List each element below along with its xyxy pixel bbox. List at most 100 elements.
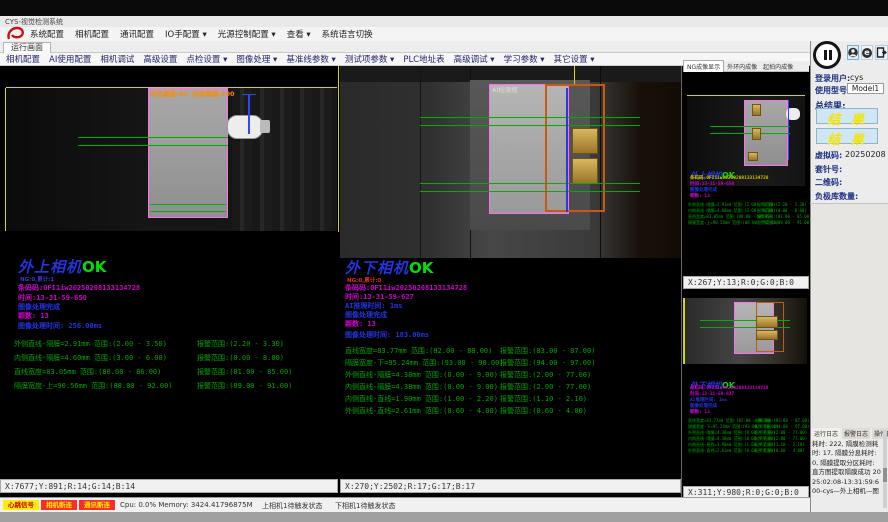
menu-system-config[interactable]: 系统配置: [30, 28, 64, 40]
left-camera-view[interactable]: 灰色阈值:93, 动态阈值:100 外上相机OK NG:0,累计:1 条码码:0…: [2, 66, 338, 478]
mid-alarm-row: 报警范围:(1.10 - 2.10): [500, 394, 587, 404]
e-button[interactable]: e: [861, 45, 873, 60]
window-title: CYS-视觉检测系统: [5, 18, 63, 26]
app-window: CYS-视觉检测系统 系统配置 相机配置 通讯配置 IO手配置 ▾ 光源控制配置…: [0, 0, 888, 522]
mid-measure-row: 外侧直线-直线=2.61mm 范围:(0.60 - 4.00): [345, 406, 498, 416]
mid-count: 颗数: 13: [345, 319, 376, 329]
menu-io-config[interactable]: IO手配置 ▾: [165, 28, 207, 40]
left-alarm-row: 报警范围:(2.20 - 3.30): [197, 339, 284, 349]
menu-light-config[interactable]: 光源控制配置 ▾: [218, 28, 276, 40]
tool-learning-params[interactable]: 学习参数 ▾: [504, 53, 545, 65]
virtual-code-label: 虚拟码:: [815, 150, 842, 161]
tool-image-processing[interactable]: 图像处理 ▾: [236, 53, 277, 65]
log-tab-alarm[interactable]: 报警日志: [842, 428, 870, 439]
tool-plc-address[interactable]: PLC地址表: [403, 53, 444, 65]
left-connector-tip: [260, 120, 270, 133]
tool-baseline-params[interactable]: 基准线参数 ▾: [286, 53, 335, 65]
tool-ai-usage-config[interactable]: AI使用配置: [49, 53, 91, 65]
cpu-memory-text: Cpu: 0.0% Memory: 3424.41796875M: [120, 501, 253, 509]
result-box-2: 结 果: [816, 128, 878, 144]
mid-ai-box-label: AI检测框: [492, 84, 518, 94]
tool-test-params[interactable]: 测试项参数 ▾: [345, 53, 394, 65]
menu-camera-config[interactable]: 相机配置: [75, 28, 109, 40]
left-connector-blob: [227, 115, 263, 139]
left-blue-tick: [242, 94, 256, 95]
left-result-title: 外上相机OK: [18, 256, 106, 277]
mini-tab-start-image[interactable]: 起拍内成像: [760, 61, 796, 72]
left-measure-line-3: [150, 204, 226, 205]
tool-other-settings[interactable]: 其它设置 ▾: [554, 53, 595, 65]
upper-camera-status: 上相机1待触发状态: [262, 501, 322, 511]
comm-disconnect-badge: 通讯断连: [79, 500, 115, 510]
mid-measure-line-4: [420, 191, 640, 192]
logout-button[interactable]: [875, 45, 888, 60]
mini-tab-ng-display[interactable]: NG成像显示: [683, 60, 724, 72]
left-measure-line-1: [78, 137, 228, 138]
virtual-code-value: 20250208: [845, 150, 886, 159]
mid-camera-view[interactable]: AI检测框 外下相机OK NG:0,累计:0 条码码:0FI1iw2025020…: [340, 66, 681, 478]
left-ng-counter: NG:0,累计:1: [20, 275, 54, 283]
mini-bot-yellow-line: [683, 298, 685, 364]
mini-bot-gold-1: [756, 316, 778, 328]
mini-tab-outer-image[interactable]: 外环内成像: [724, 61, 760, 72]
mid-alarm-row: 报警范围:(83.00 - 87.00): [500, 346, 595, 356]
mid-measure-row: 内侧直线-隔膜=4.38mm 范围:(0.00 - 9.00): [345, 382, 498, 392]
menu-comm-config[interactable]: 通讯配置: [120, 28, 154, 40]
left-proc-time: 图像处理时间: 256.00ms: [18, 321, 102, 331]
tool-spot-check[interactable]: 点检设置 ▾: [186, 53, 227, 65]
logout-door-icon: [876, 47, 887, 58]
tool-camera-debug[interactable]: 相机调试: [100, 53, 134, 65]
mini-top-count: 颗数: 13: [690, 193, 710, 199]
model-label: 使用型号:: [815, 85, 850, 96]
pause-button[interactable]: [813, 41, 841, 69]
menu-view[interactable]: 查看 ▾: [287, 28, 311, 40]
result-box-1: 结 果: [816, 108, 878, 124]
pane-divider-yellow: [338, 66, 339, 232]
model-value-box[interactable]: Model1: [847, 83, 884, 94]
mini-top-gold-2: [752, 128, 761, 140]
mini-top-yellow-line: [687, 95, 805, 96]
left-alarm-row: 报警范围:(81.00 - 85.00): [197, 367, 292, 377]
desktop-strip: [0, 0, 888, 16]
mini-bottom-view[interactable]: 外下相机OK 条码码:0FI1iw20250208133134728 时间:13…: [683, 290, 809, 486]
left-barcode: 条码码:0FI1iw20250208133134728: [18, 283, 140, 293]
tab-run-screen[interactable]: 运行画面: [3, 42, 51, 53]
left-threshold-overlay: 灰色阈值:93, 动态阈值:100: [150, 88, 235, 98]
mid-gold-pad-1: [572, 128, 598, 154]
login-user-label: 登录用户:: [815, 73, 850, 84]
left-measure-row: 直线宽度=83.05mm 范围:(80.00 - 86.00): [14, 367, 161, 377]
mini-bot-count: 颗数: 13: [690, 409, 710, 415]
user-button[interactable]: [847, 45, 859, 60]
app-logo-icon: [6, 26, 26, 42]
tool-advanced-settings[interactable]: 高级设置: [143, 53, 177, 65]
left-yellow-vline: [5, 88, 6, 231]
mini-top-view[interactable]: 外上相机OK 条码码:0FI1iw20250208133134728 时间:13…: [683, 72, 809, 276]
mini-top-line-1: [710, 126, 790, 127]
mid-blue-marker: [566, 88, 568, 212]
left-product-region: [148, 88, 228, 218]
login-user-value: cys: [850, 73, 863, 82]
log-text: 耗时: 222, 隔膜检测耗时: 17, 隔膜分息耗时: 0, 隔膜提取分区耗时…: [812, 440, 881, 496]
mini-bot-gold-2: [756, 330, 778, 340]
mid-measure-line-3: [420, 183, 640, 184]
window-titlebar: CYS-视觉检测系统: [0, 16, 888, 27]
left-count: 颗数: 13: [18, 311, 49, 321]
log-tab-run[interactable]: 运行日志: [812, 428, 840, 439]
tool-advanced-debug[interactable]: 高级调试 ▾: [454, 53, 495, 65]
log-scrollbar[interactable]: [883, 430, 887, 508]
menu-language-switch[interactable]: 系统语言切换: [322, 28, 373, 40]
log-scrollbar-thumb[interactable]: [883, 468, 887, 482]
camera-disconnect-badge: 相机断连: [41, 500, 77, 510]
mini-top-blue-line: [788, 100, 789, 160]
mini-top-line-2: [710, 133, 790, 134]
mini-bot-row: 报警范围:(0.60 - 4.00): [755, 448, 805, 454]
mid-alarm-row: 报警范围:(0.60 - 4.00): [500, 406, 587, 416]
mini-top-pixel-status: X:267;Y:13;R:0;G:0;B:0: [683, 276, 809, 289]
mid-alarm-row: 报警范围:(2.00 - 77.00): [500, 370, 591, 380]
mid-measure-row: 外侧直线-隔膜=4.38mm 范围:(0.00 - 9.00): [345, 370, 498, 380]
left-measure-line-2: [78, 145, 228, 146]
mid-seam-1: [420, 66, 421, 258]
mid-measure-line-1: [420, 117, 640, 118]
tool-camera-config[interactable]: 相机配置: [6, 53, 40, 65]
left-measure-line-4: [150, 211, 226, 212]
